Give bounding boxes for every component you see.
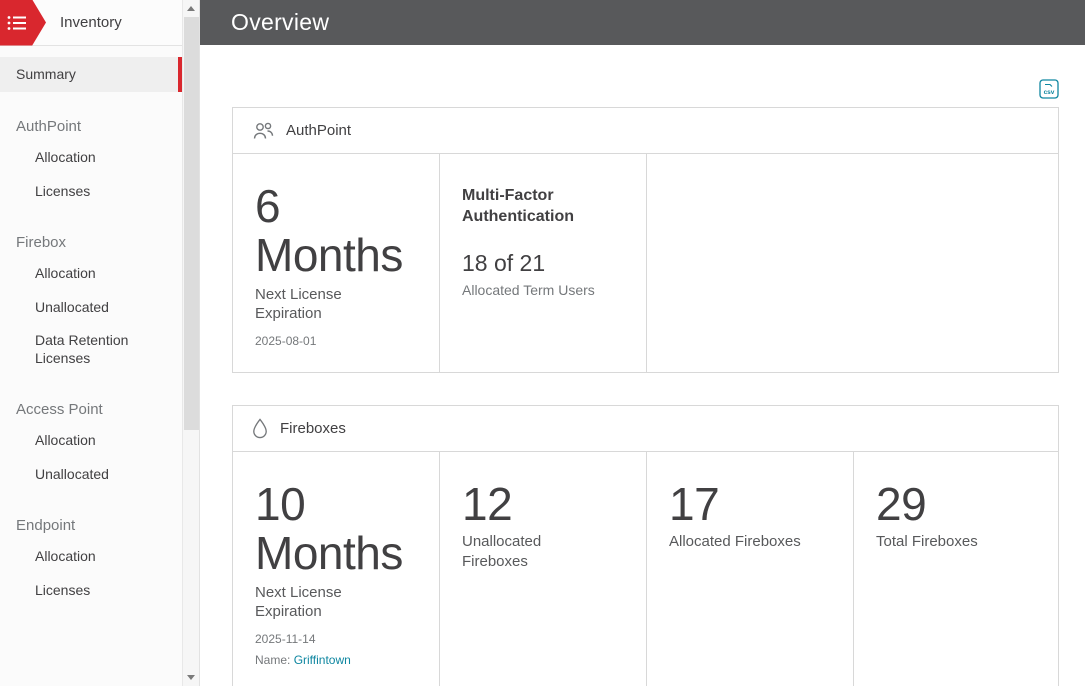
export-csv-button[interactable]: csv: [1039, 79, 1059, 101]
firebox-droplet-icon: [251, 418, 269, 439]
sidebar-item-accesspoint-allocation[interactable]: Allocation: [0, 424, 183, 458]
toolbar: csv: [232, 79, 1059, 101]
firebox-stat-allocated: 17 Allocated Fireboxes: [647, 452, 854, 686]
sidebar-section-endpoint[interactable]: Endpoint: [16, 517, 183, 534]
arrow-down-icon: [187, 675, 195, 680]
mfa-allocation-count: 18 of 21: [462, 250, 626, 277]
page-header: Overview: [200, 0, 1085, 45]
stat-label: Unallocated Fireboxes: [462, 532, 604, 571]
arrow-up-icon: [187, 6, 195, 11]
sidebar-item-firebox-data-retention[interactable]: Data Retention Licenses: [0, 324, 183, 375]
authpoint-card-header: AuthPoint: [233, 108, 1058, 154]
sidebar-item-firebox-allocation[interactable]: Allocation: [0, 257, 183, 291]
stat-value: 17: [669, 480, 833, 528]
firebox-name-label: Name:: [255, 653, 290, 667]
sidebar-item-endpoint-licenses[interactable]: Licenses: [0, 574, 183, 608]
fireboxes-card-header: Fireboxes: [233, 406, 1058, 452]
scrollbar-thumb[interactable]: [184, 17, 199, 430]
firebox-stat-unallocated: 12 Unallocated Fireboxes: [440, 452, 647, 686]
sidebar-item-accesspoint-unallocated[interactable]: Unallocated: [0, 458, 183, 492]
content-area: csv AuthPoint 6 Months: [200, 45, 1085, 686]
firebox-name-row: Name: Griffintown: [255, 653, 419, 667]
svg-text:csv: csv: [1044, 89, 1055, 96]
firebox-stat-total: 29 Total Fireboxes: [854, 452, 1058, 686]
license-expiration-date: 2025-11-14: [255, 632, 419, 646]
authpoint-card: AuthPoint 6 Months Next License Expirati…: [232, 107, 1059, 373]
sidebar-item-endpoint-allocation[interactable]: Allocation: [0, 540, 183, 574]
sidebar-item-authpoint-allocation[interactable]: Allocation: [0, 141, 183, 175]
users-icon: [251, 121, 275, 141]
authpoint-mfa-cell: Multi-Factor Authentication 18 of 21 All…: [440, 154, 647, 372]
sidebar-section-firebox[interactable]: Firebox: [16, 234, 183, 251]
card-title: Fireboxes: [280, 420, 346, 437]
firebox-license-cell: 10 Months Next License Expiration 2025-1…: [233, 452, 440, 686]
stat-label: Total Fireboxes: [876, 532, 1018, 552]
fireboxes-card-body: 10 Months Next License Expiration 2025-1…: [233, 452, 1058, 686]
license-expiration-value: 10 Months: [255, 480, 419, 578]
app-window: Inventory Summary AuthPoint Allocation L…: [0, 0, 1085, 686]
sidebar-item-firebox-unallocated[interactable]: Unallocated: [0, 291, 183, 325]
sidebar-header: Inventory: [0, 0, 183, 46]
list-menu-icon: [7, 15, 27, 31]
sidebar-item-summary[interactable]: Summary: [0, 57, 183, 92]
inventory-menu-button[interactable]: [0, 0, 46, 46]
license-expiration-caption: Next License Expiration: [255, 286, 377, 324]
csv-export-icon: csv: [1039, 79, 1059, 99]
sidebar: Inventory Summary AuthPoint Allocation L…: [0, 0, 200, 686]
sidebar-section-access-point[interactable]: Access Point: [16, 401, 183, 418]
scroll-down-button[interactable]: [183, 669, 199, 686]
authpoint-card-body: 6 Months Next License Expiration 2025-08…: [233, 154, 1058, 372]
sidebar-item-authpoint-licenses[interactable]: Licenses: [0, 175, 183, 209]
authpoint-license-cell: 6 Months Next License Expiration 2025-08…: [233, 154, 440, 372]
license-expiration-value: 6 Months: [255, 182, 419, 280]
license-expiration-caption: Next License Expiration: [255, 584, 377, 622]
mfa-caption: Allocated Term Users: [462, 282, 626, 298]
stat-value: 12: [462, 480, 626, 528]
authpoint-empty-cell: [647, 154, 1058, 372]
page-title: Overview: [231, 9, 329, 36]
sidebar-nav: Summary AuthPoint Allocation Licenses Fi…: [0, 57, 183, 607]
main-area: Overview csv: [200, 0, 1085, 686]
firebox-name-link[interactable]: Griffintown: [294, 653, 351, 667]
stat-label: Allocated Fireboxes: [669, 532, 811, 552]
stat-value: 29: [876, 480, 1038, 528]
scroll-up-button[interactable]: [183, 0, 199, 17]
fireboxes-card: Fireboxes 10 Months Next License Expirat…: [232, 405, 1059, 686]
summary-label: Summary: [16, 66, 76, 82]
license-expiration-date: 2025-08-01: [255, 334, 419, 348]
card-title: AuthPoint: [286, 122, 351, 139]
mfa-heading: Multi-Factor Authentication: [462, 186, 622, 228]
sidebar-scrollbar[interactable]: [182, 0, 199, 686]
sidebar-section-authpoint[interactable]: AuthPoint: [16, 118, 183, 135]
sidebar-title: Inventory: [60, 14, 122, 31]
